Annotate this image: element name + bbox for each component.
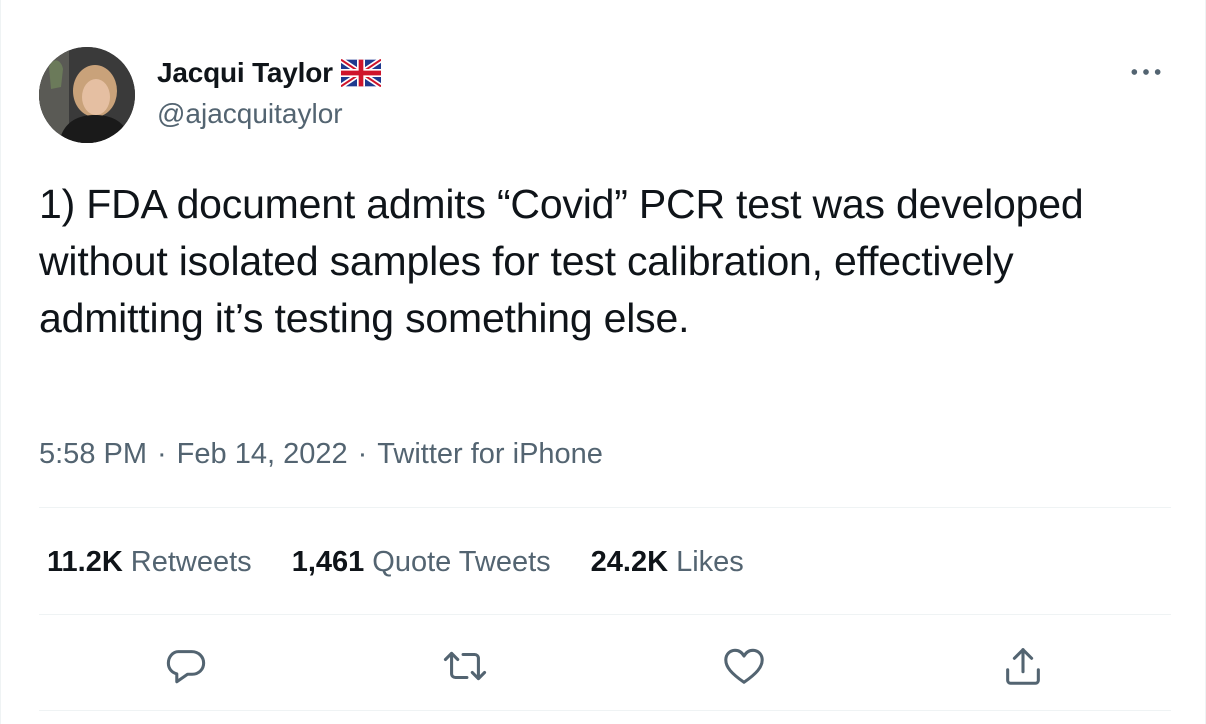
- meta-separator: ·: [357, 437, 368, 470]
- avatar-photo: [39, 47, 135, 143]
- likes-label: Likes: [676, 545, 744, 578]
- like-button[interactable]: [718, 640, 770, 692]
- likes-count: 24.2K: [590, 545, 669, 578]
- retweet-button[interactable]: [439, 640, 491, 692]
- tweet-date[interactable]: Feb 14, 2022: [177, 438, 348, 471]
- engagement-stats: 11.2K Retweets 1,461 Quote Tweets 24.2K …: [47, 540, 744, 584]
- divider: [39, 710, 1171, 711]
- more-options-button[interactable]: [1121, 52, 1171, 92]
- quote-tweets-count: 1,461: [291, 545, 365, 578]
- retweet-icon: [443, 651, 487, 681]
- author-name-row: Jacqui Taylor: [157, 56, 381, 90]
- tweet-meta: 5:58 PM · Feb 14, 2022 · Twitter for iPh…: [39, 434, 603, 474]
- reply-icon: [166, 650, 206, 684]
- tweet-time[interactable]: 5:58 PM: [39, 438, 147, 471]
- likes-stat[interactable]: 24.2K Likes: [591, 546, 744, 579]
- action-bar: [39, 632, 1171, 698]
- tweet-source[interactable]: Twitter for iPhone: [377, 438, 603, 471]
- meta-separator: ·: [157, 437, 167, 470]
- divider: [39, 507, 1171, 508]
- retweets-label: Retweets: [130, 545, 252, 578]
- divider: [39, 614, 1171, 615]
- share-button[interactable]: [997, 640, 1049, 692]
- tweet-text: 1) FDA document admits “Covid” PCR test …: [39, 181, 1084, 341]
- like-icon: [724, 648, 764, 684]
- author-handle[interactable]: @ajacquitaylor: [157, 98, 343, 130]
- tweet-card: Jacqui Taylor @ajacquitaylor 1) FDA docu…: [0, 0, 1206, 724]
- share-icon: [1006, 648, 1040, 685]
- avatar[interactable]: [39, 47, 135, 143]
- quote-tweets-label: Quote Tweets: [372, 545, 551, 578]
- retweets-stat[interactable]: 11.2K Retweets: [47, 546, 252, 579]
- reply-button[interactable]: [160, 640, 212, 692]
- display-name[interactable]: Jacqui Taylor: [157, 57, 333, 89]
- more-icon: [1131, 69, 1161, 75]
- uk-flag-icon: [340, 59, 381, 87]
- quote-tweets-stat[interactable]: 1,461 Quote Tweets: [292, 546, 551, 579]
- retweets-count: 11.2K: [47, 545, 123, 578]
